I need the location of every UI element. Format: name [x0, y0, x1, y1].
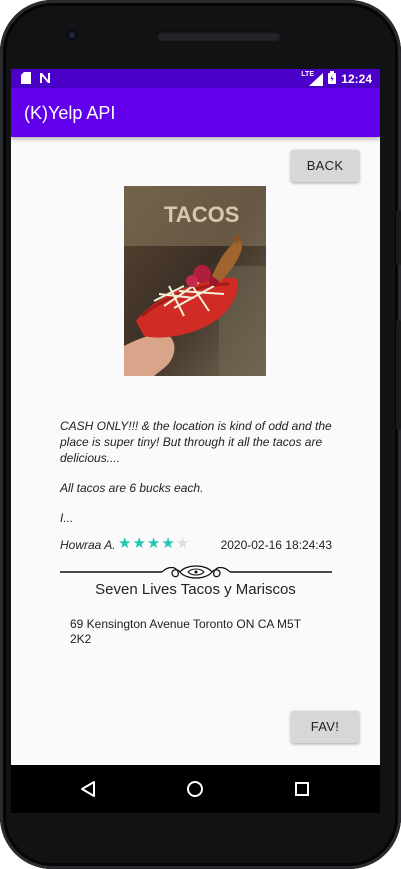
fav-button[interactable]: FAV! — [291, 711, 359, 743]
star-filled-icon: ★ — [146, 535, 161, 552]
status-bar: LTE 12:24 — [11, 69, 380, 88]
star-empty-icon: ★ — [175, 535, 190, 552]
business-photo: TACOS — [124, 186, 266, 376]
phone-frame: LTE 12:24 (K)Yelp API BACK TACOS CASH ON… — [0, 0, 401, 869]
sd-card-icon — [21, 71, 31, 89]
clock: 12:24 — [341, 72, 372, 86]
n-notification-icon — [39, 71, 51, 89]
battery-icon — [328, 71, 337, 87]
recents-square-icon[interactable] — [289, 776, 315, 802]
ornamental-divider — [60, 564, 332, 580]
star-filled-icon: ★ — [161, 535, 175, 552]
reviewer-name: Howraa A. — [60, 538, 116, 552]
review-paragraph: CASH ONLY!!! & the location is kind of o… — [60, 419, 336, 465]
navigation-bar — [11, 765, 380, 813]
review-timestamp: 2020-02-16 18:24:43 — [220, 538, 332, 552]
lte-label: LTE — [301, 70, 314, 78]
star-filled-icon: ★ — [118, 535, 132, 552]
star-filled-icon: ★ — [132, 535, 146, 552]
star-rating: ★ ★ ★ ★ ★ — [118, 536, 189, 551]
review-text: CASH ONLY!!! & the location is kind of o… — [60, 418, 332, 540]
review-paragraph: I... — [60, 511, 74, 525]
back-button[interactable]: BACK — [291, 150, 359, 182]
back-triangle-icon[interactable] — [75, 776, 101, 802]
business-name: Seven Lives Tacos y Mariscos — [95, 581, 296, 598]
app-title: (K)Yelp API — [24, 103, 116, 123]
side-button — [396, 320, 401, 430]
review-paragraph: All tacos are 6 bucks each. — [60, 481, 204, 495]
volume-button — [396, 210, 401, 265]
front-camera — [66, 29, 78, 41]
home-circle-icon[interactable] — [182, 776, 208, 802]
review-meta: Howraa A. ★ ★ ★ ★ ★ 2020-02-16 18:24:43 — [60, 536, 332, 554]
lte-signal-icon: LTE — [301, 71, 324, 86]
screen: LTE 12:24 (K)Yelp API BACK TACOS CASH ON… — [11, 69, 380, 813]
earpiece-speaker — [157, 31, 281, 41]
tacos-sign-text: TACOS — [164, 202, 239, 227]
business-address: 69 Kensington Avenue Toronto ON CA M5T 2… — [70, 617, 301, 646]
app-bar: (K)Yelp API — [11, 88, 380, 137]
